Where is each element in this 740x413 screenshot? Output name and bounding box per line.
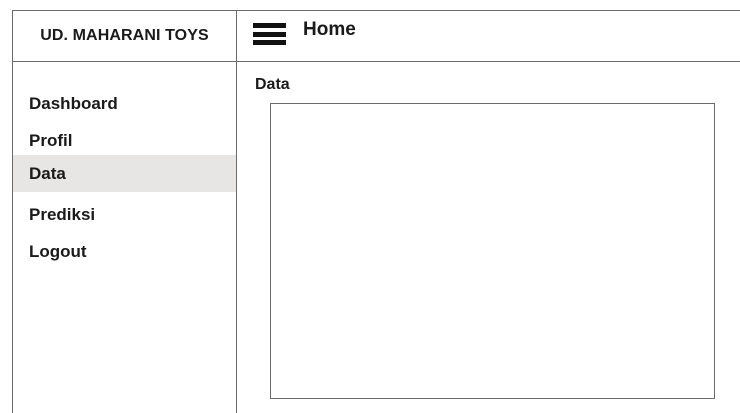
sidebar-item-dashboard[interactable]: Dashboard: [13, 85, 236, 122]
section-title: Data: [255, 76, 290, 93]
page-title: Home: [303, 19, 356, 40]
menu-icon-bar: [253, 23, 286, 28]
sidebar-item-logout[interactable]: Logout: [13, 233, 236, 270]
sidebar-divider: [236, 10, 237, 413]
sidebar-item-data[interactable]: Data: [13, 155, 236, 192]
hamburger-menu-icon[interactable]: [253, 23, 286, 45]
sidebar-item-prediksi[interactable]: Prediksi: [13, 196, 236, 233]
menu-icon-bar: [253, 40, 286, 45]
app-window: UD. MAHARANI TOYS Home Dashboard Profil …: [0, 0, 740, 413]
brand-name: UD. MAHARANI TOYS: [40, 27, 209, 44]
menu-icon-bar: [253, 31, 286, 37]
data-panel: [270, 103, 715, 399]
sidebar-item-profil[interactable]: Profil: [13, 122, 236, 159]
header-divider: [12, 61, 740, 62]
